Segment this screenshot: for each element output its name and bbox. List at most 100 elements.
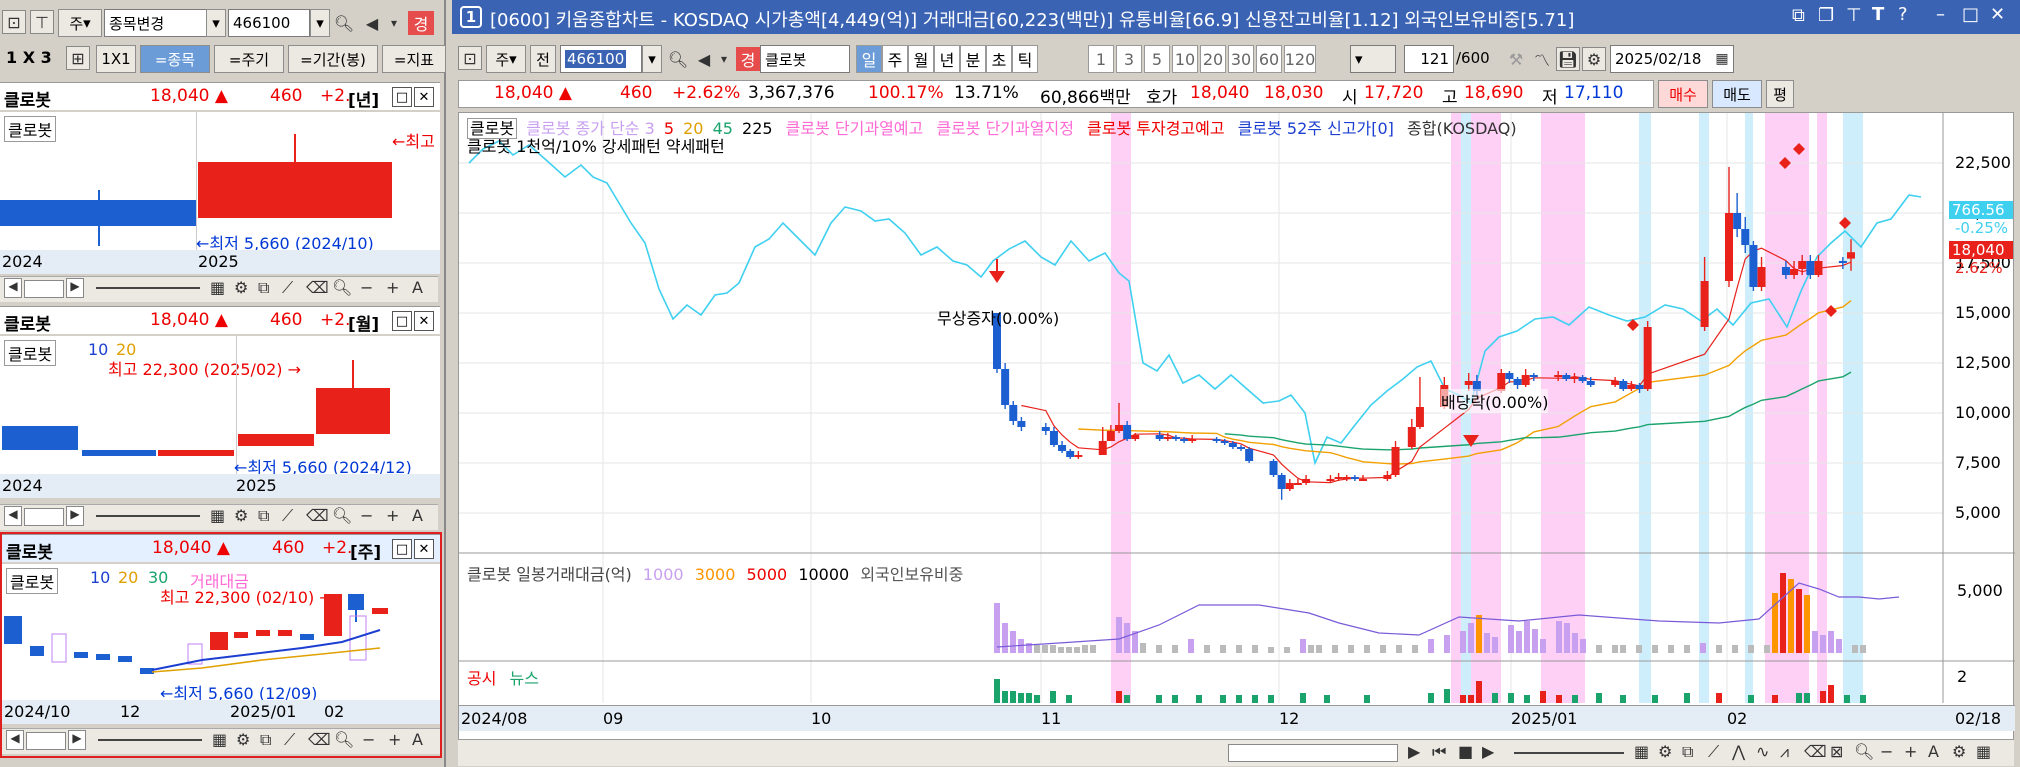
stock-name-field[interactable]: 클로봇 <box>760 45 850 73</box>
stock-code-input[interactable]: 466100 <box>560 45 642 73</box>
chevron-down-icon[interactable]: ▾ <box>712 47 736 71</box>
tab-by-indicator[interactable]: =지표 <box>382 45 446 73</box>
eraser-icon[interactable]: ⌫ <box>1804 742 1827 761</box>
rewind-icon[interactable]: ⏮ <box>1432 742 1446 762</box>
scroll-left-icon[interactable]: ◀ <box>4 278 22 298</box>
stock-type-select[interactable]: 주 ▾ <box>58 9 102 37</box>
panel-week[interactable]: 클로봇 18,040 ▲ 460 +2. [주] □ ✕ 클로봇 10 20 3… <box>0 532 442 758</box>
close-icon[interactable]: ✕ <box>1990 4 2005 25</box>
font-icon[interactable]: T <box>1872 4 1884 25</box>
close-icon[interactable]: ✕ <box>414 311 434 331</box>
maximize-icon[interactable]: □ <box>392 87 412 107</box>
tools-icon[interactable]: ⚒ <box>1504 47 1528 71</box>
bar-count-input[interactable]: 121 <box>1404 45 1454 73</box>
close-icon[interactable]: ✕ <box>414 539 434 559</box>
tab-by-range[interactable]: =기간(봉) <box>288 45 378 73</box>
copy-icon[interactable]: ⧉ <box>258 506 269 526</box>
save-icon[interactable]: 💾︎ <box>1556 47 1580 71</box>
grid-icon[interactable]: ▦ <box>1976 742 1991 761</box>
draw-line-icon[interactable]: ⟋ <box>282 506 293 526</box>
eraser-icon[interactable]: ⌫ <box>308 730 331 749</box>
indicator-icon[interactable]: 〽 <box>1530 47 1554 71</box>
grid-size-label[interactable]: 1 X 3 <box>6 48 52 67</box>
period-day[interactable]: 일 <box>856 45 882 73</box>
period-second[interactable]: 초 <box>986 45 1012 73</box>
plus-icon[interactable]: + <box>1904 742 1917 761</box>
gear-icon[interactable]: ⚙ <box>1582 47 1606 71</box>
interval-30[interactable]: 30 <box>1228 45 1254 73</box>
window-layout-icon[interactable]: ⊡ <box>2 10 26 34</box>
snapshot-icon[interactable]: ⊠ <box>1830 742 1843 761</box>
close-icon[interactable]: ✕ <box>414 87 434 107</box>
horizontal-scrollbar[interactable] <box>1228 744 1398 762</box>
panel-month-header[interactable]: 클로봇 18,040 ▲ 460 +2. [월] □ ✕ <box>0 306 440 335</box>
stock-type-select[interactable]: 주 ▾ <box>486 45 526 73</box>
stock-code-input[interactable]: 466100 <box>228 9 310 37</box>
wave-icon[interactable]: ⩘ <box>1780 742 1789 762</box>
code-dropdown-button[interactable]: ▾ <box>310 9 330 37</box>
buy-button[interactable]: 매수 <box>1658 80 1708 108</box>
eraser-icon[interactable]: ⌫ <box>306 506 329 525</box>
draw-line-icon[interactable]: ⟋ <box>284 730 295 750</box>
eval-button[interactable]: 평 <box>1766 80 1794 108</box>
panel-year-chart[interactable]: 클로봇 ←최고 ←최저 5,660 (2024/10) <box>0 112 440 253</box>
sell-button[interactable]: 매도 <box>1712 80 1762 108</box>
magnifier-icon[interactable]: 🔍︎ <box>1854 742 1874 761</box>
gear-icon[interactable]: ⚙ <box>234 506 248 525</box>
period-tick[interactable]: 틱 <box>1012 45 1038 73</box>
minus-icon[interactable]: − <box>360 278 373 297</box>
copy-icon[interactable]: ⧉ <box>260 730 271 750</box>
scrollbar-track[interactable] <box>24 280 64 298</box>
draw-line-icon[interactable]: ⟋ <box>282 278 293 298</box>
scroll-left-icon[interactable]: ◀ <box>6 730 24 750</box>
grid-icon[interactable]: ⊞ <box>66 46 90 70</box>
window-layout-icon[interactable]: ⊡ <box>458 46 482 70</box>
gear-icon[interactable]: ⚙ <box>234 278 248 297</box>
interval-5[interactable]: 5 <box>1144 45 1170 73</box>
chart-settings-icon[interactable]: ▦ <box>210 278 225 297</box>
scroll-right-icon[interactable]: ▶ <box>66 278 84 298</box>
gear-icon[interactable]: ⚙ <box>1658 742 1672 761</box>
tab-by-stock[interactable]: =종목 <box>140 45 210 73</box>
interval-120[interactable]: 120 <box>1284 45 1316 73</box>
interval-1[interactable]: 1 <box>1088 45 1114 73</box>
scroll-right-icon[interactable]: ▶ <box>68 730 86 750</box>
gear-icon[interactable]: ⚙ <box>236 730 250 749</box>
play-icon[interactable]: ▶ <box>1482 742 1494 761</box>
interval-20[interactable]: 20 <box>1200 45 1226 73</box>
scroll-right-icon[interactable]: ▶ <box>66 506 84 526</box>
maximize-icon[interactable]: □ <box>1962 4 1979 25</box>
calendar-icon[interactable]: ▦ <box>1710 47 1734 71</box>
minus-icon[interactable]: − <box>362 730 375 749</box>
pin-icon[interactable]: ⊤ <box>30 10 54 34</box>
zoom-slider[interactable] <box>96 515 200 519</box>
minimize-icon[interactable]: – <box>1936 4 1945 25</box>
period-month[interactable]: 월 <box>908 45 934 73</box>
chevron-down-icon[interactable]: ▾ <box>382 11 406 35</box>
view-1x1-button[interactable]: 1X1 <box>96 45 136 73</box>
fibonacci-icon[interactable]: ⋀ <box>1732 742 1745 761</box>
search-icon[interactable]: 🔍︎ <box>332 11 356 35</box>
prev-button[interactable]: 전 <box>530 45 556 73</box>
interval-3[interactable]: 3 <box>1116 45 1142 73</box>
maximize-icon[interactable]: □ <box>392 539 412 559</box>
chart-settings-icon[interactable]: ▦ <box>210 506 225 525</box>
chart-area[interactable]: 클로봇 클로봇 종가 단순 3 5 20 45 225 클로봇 단기과열예고 클… <box>458 112 2015 741</box>
zoom-slider[interactable] <box>96 287 200 291</box>
tab-by-period[interactable]: =주기 <box>214 45 284 73</box>
stock-dropdown-button[interactable]: ▾ <box>206 9 226 37</box>
zoom-slider[interactable] <box>98 739 202 743</box>
speaker-icon[interactable]: ◀︎ <box>360 11 384 35</box>
maximize-icon[interactable]: □ <box>392 311 412 331</box>
help-icon[interactable]: ? <box>1898 4 1908 25</box>
chart-settings-icon[interactable]: ▦ <box>212 730 227 749</box>
price-chart-svg[interactable] <box>459 113 2015 741</box>
font-a-icon[interactable]: A <box>412 730 423 749</box>
interval-60[interactable]: 60 <box>1256 45 1282 73</box>
period-week[interactable]: 주 <box>882 45 908 73</box>
copy-icon[interactable]: ⧉ <box>258 278 269 298</box>
copy-icon[interactable]: ⧉ <box>1682 742 1693 762</box>
panel-month-chart[interactable]: 클로봇 10 20 최고 22,300 (2025/02) → ←최저 5,66… <box>0 336 440 477</box>
config-icon[interactable]: ⚙ <box>1952 742 1966 761</box>
draw-line-icon[interactable]: ⟋ <box>1708 742 1719 762</box>
